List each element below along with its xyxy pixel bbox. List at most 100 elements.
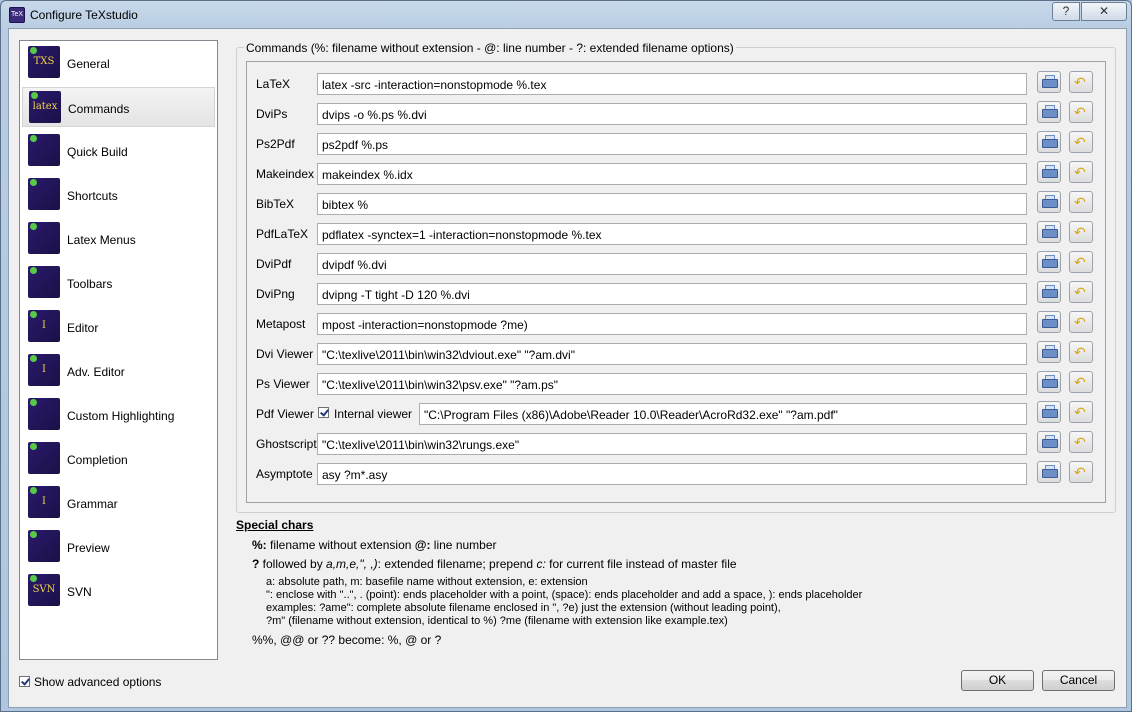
dvipdf-browse-button[interactable] <box>1037 251 1061 273</box>
pdflatex-command-input[interactable]: pdflatex -synctex=1 -interaction=nonstop… <box>317 223 1027 245</box>
sidebar-item-editor[interactable]: I Editor <box>22 307 215 347</box>
sidebar-item-commands[interactable]: latex Commands <box>22 87 215 127</box>
undo-arrow-icon: ↶ <box>1074 164 1086 180</box>
dvips-browse-button[interactable] <box>1037 101 1061 123</box>
show-advanced-label: Show advanced options <box>34 674 162 689</box>
sidebar-item-label: Preview <box>67 541 110 555</box>
dvips-command-input[interactable]: dvips -o %.ps %.dvi <box>317 103 1027 125</box>
printer-icon-body <box>1042 439 1058 448</box>
special-detail-3: examples: ?ame": complete absolute filen… <box>266 602 781 614</box>
sidebar-item-adv-editor[interactable]: I Adv. Editor <box>22 351 215 391</box>
title-bar[interactable]: TeX Configure TeXstudio ? ✕ <box>1 1 1131 27</box>
dvips-reset-button[interactable]: ↶ <box>1069 101 1093 123</box>
general-icon: TXS <box>28 46 60 78</box>
close-button[interactable]: ✕ <box>1081 2 1127 21</box>
undo-arrow-icon: ↶ <box>1074 194 1086 210</box>
sidebar-item-label: Toolbars <box>67 277 113 291</box>
sidebar-item-preview[interactable]: Preview <box>22 527 215 567</box>
sidebar-item-svn[interactable]: SVN SVN <box>22 571 215 611</box>
special-detail-1: a: absolute path, m: basefile name witho… <box>266 576 588 588</box>
sidebar-item-quick-build[interactable]: Quick Build <box>22 131 215 171</box>
latex-command-input[interactable]: latex -src -interaction=nonstopmode %.te… <box>317 73 1027 95</box>
undo-arrow-icon: ↶ <box>1074 374 1086 390</box>
printer-icon-body <box>1042 139 1058 148</box>
dvipdf-command-input[interactable]: dvipdf %.dvi <box>317 253 1027 275</box>
bibtex-browse-button[interactable] <box>1037 191 1061 213</box>
undo-arrow-icon: ↶ <box>1074 284 1086 300</box>
ps-viewer-command-input[interactable]: "C:\texlive\2011\bin\win32\psv.exe" "?am… <box>317 373 1027 395</box>
ghostscript-browse-button[interactable] <box>1037 431 1061 453</box>
ps2pdf-browse-button[interactable] <box>1037 131 1061 153</box>
sidebar-item-shortcuts[interactable]: Shortcuts <box>22 175 215 215</box>
metapost-reset-button[interactable]: ↶ <box>1069 311 1093 333</box>
makeindex-browse-button[interactable] <box>1037 161 1061 183</box>
sidebar-item-label: Quick Build <box>67 145 128 159</box>
asymptote-command-input[interactable]: asy ?m*.asy <box>317 463 1027 485</box>
dvipdf-reset-button[interactable]: ↶ <box>1069 251 1093 273</box>
sidebar-item-toolbars[interactable]: Toolbars <box>22 263 215 303</box>
show-advanced-checkbox[interactable] <box>19 676 30 688</box>
command-label: Ps2Pdf <box>256 137 295 151</box>
makeindex-command-input[interactable]: makeindex %.idx <box>317 163 1027 185</box>
category-list[interactable]: TXS General latex Commands Quick Build Shortc… <box>19 40 218 660</box>
dvi-viewer-reset-button[interactable]: ↶ <box>1069 341 1093 363</box>
show-advanced-options[interactable]: Show advanced options <box>19 674 161 689</box>
undo-arrow-icon: ↶ <box>1074 404 1086 420</box>
sidebar-item-custom-highlighting[interactable]: Custom Highlighting <box>22 395 215 435</box>
latex-browse-button[interactable] <box>1037 71 1061 93</box>
commands-group-title: Commands (%: filename without extension … <box>244 41 736 55</box>
completion-icon <box>28 442 60 474</box>
undo-arrow-icon: ↶ <box>1074 74 1086 90</box>
help-button[interactable]: ? <box>1052 2 1080 21</box>
dvi-viewer-browse-button[interactable] <box>1037 341 1061 363</box>
asymptote-browse-button[interactable] <box>1037 461 1061 483</box>
metapost-command-input[interactable]: mpost -interaction=nonstopmode ?me) <box>317 313 1027 335</box>
cancel-button[interactable]: Cancel <box>1042 670 1115 691</box>
ps2pdf-reset-button[interactable]: ↶ <box>1069 131 1093 153</box>
ps-viewer-browse-button[interactable] <box>1037 371 1061 393</box>
dvipng-command-input[interactable]: dvipng -T tight -D 120 %.dvi <box>317 283 1027 305</box>
command-row-dvips: DviPs dvips -o %.ps %.dvi ↶ <box>247 99 1105 129</box>
printer-icon-body <box>1042 169 1058 178</box>
window-title: Configure TeXstudio <box>30 8 138 22</box>
pdf-viewer-browse-button[interactable] <box>1037 401 1061 423</box>
latex-menus-icon <box>28 222 60 254</box>
sidebar-item-label: Editor <box>67 321 99 335</box>
dvi-viewer-command-input[interactable]: "C:\texlive\2011\bin\win32\dviout.exe" "… <box>317 343 1027 365</box>
sidebar-item-grammar[interactable]: I Grammar <box>22 483 215 523</box>
ghostscript-command-input[interactable]: "C:\texlive\2011\bin\win32\rungs.exe" <box>317 433 1027 455</box>
command-label: Makeindex <box>256 167 315 181</box>
makeindex-reset-button[interactable]: ↶ <box>1069 161 1093 183</box>
command-label: Ghostscript <box>256 437 317 451</box>
sidebar-item-completion[interactable]: Completion <box>22 439 215 479</box>
latex-reset-button[interactable]: ↶ <box>1069 71 1093 93</box>
undo-arrow-icon: ↶ <box>1074 104 1086 120</box>
ps2pdf-command-input[interactable]: ps2pdf %.ps <box>317 133 1027 155</box>
internal-viewer-checkbox[interactable] <box>318 407 329 418</box>
printer-icon-body <box>1042 469 1058 478</box>
printer-icon-body <box>1042 409 1058 418</box>
txs-app-icon: TeX <box>9 7 25 23</box>
sidebar-item-general[interactable]: TXS General <box>22 43 215 83</box>
pdf-viewer-reset-button[interactable]: ↶ <box>1069 401 1093 423</box>
asymptote-reset-button[interactable]: ↶ <box>1069 461 1093 483</box>
pdflatex-reset-button[interactable]: ↶ <box>1069 221 1093 243</box>
printer-icon-body <box>1042 319 1058 328</box>
bibtex-command-input[interactable]: bibtex % <box>317 193 1027 215</box>
dvipng-browse-button[interactable] <box>1037 281 1061 303</box>
pdf-viewer-command-input[interactable]: "C:\Program Files (x86)\Adobe\Reader 10.… <box>419 403 1027 425</box>
ghostscript-reset-button[interactable]: ↶ <box>1069 431 1093 453</box>
metapost-browse-button[interactable] <box>1037 311 1061 333</box>
sidebar-item-latex-menus[interactable]: Latex Menus <box>22 219 215 259</box>
undo-arrow-icon: ↶ <box>1074 314 1086 330</box>
svn-icon: SVN <box>28 574 60 606</box>
dvipng-reset-button[interactable]: ↶ <box>1069 281 1093 303</box>
ok-button[interactable]: OK <box>961 670 1034 691</box>
command-label: LaTeX <box>256 77 291 91</box>
bibtex-reset-button[interactable]: ↶ <box>1069 191 1093 213</box>
pdflatex-browse-button[interactable] <box>1037 221 1061 243</box>
special-chars-title: Special chars <box>236 518 314 532</box>
command-row-dvipdf: DviPdf dvipdf %.dvi ↶ <box>247 249 1105 279</box>
ps-viewer-reset-button[interactable]: ↶ <box>1069 371 1093 393</box>
printer-icon-body <box>1042 289 1058 298</box>
